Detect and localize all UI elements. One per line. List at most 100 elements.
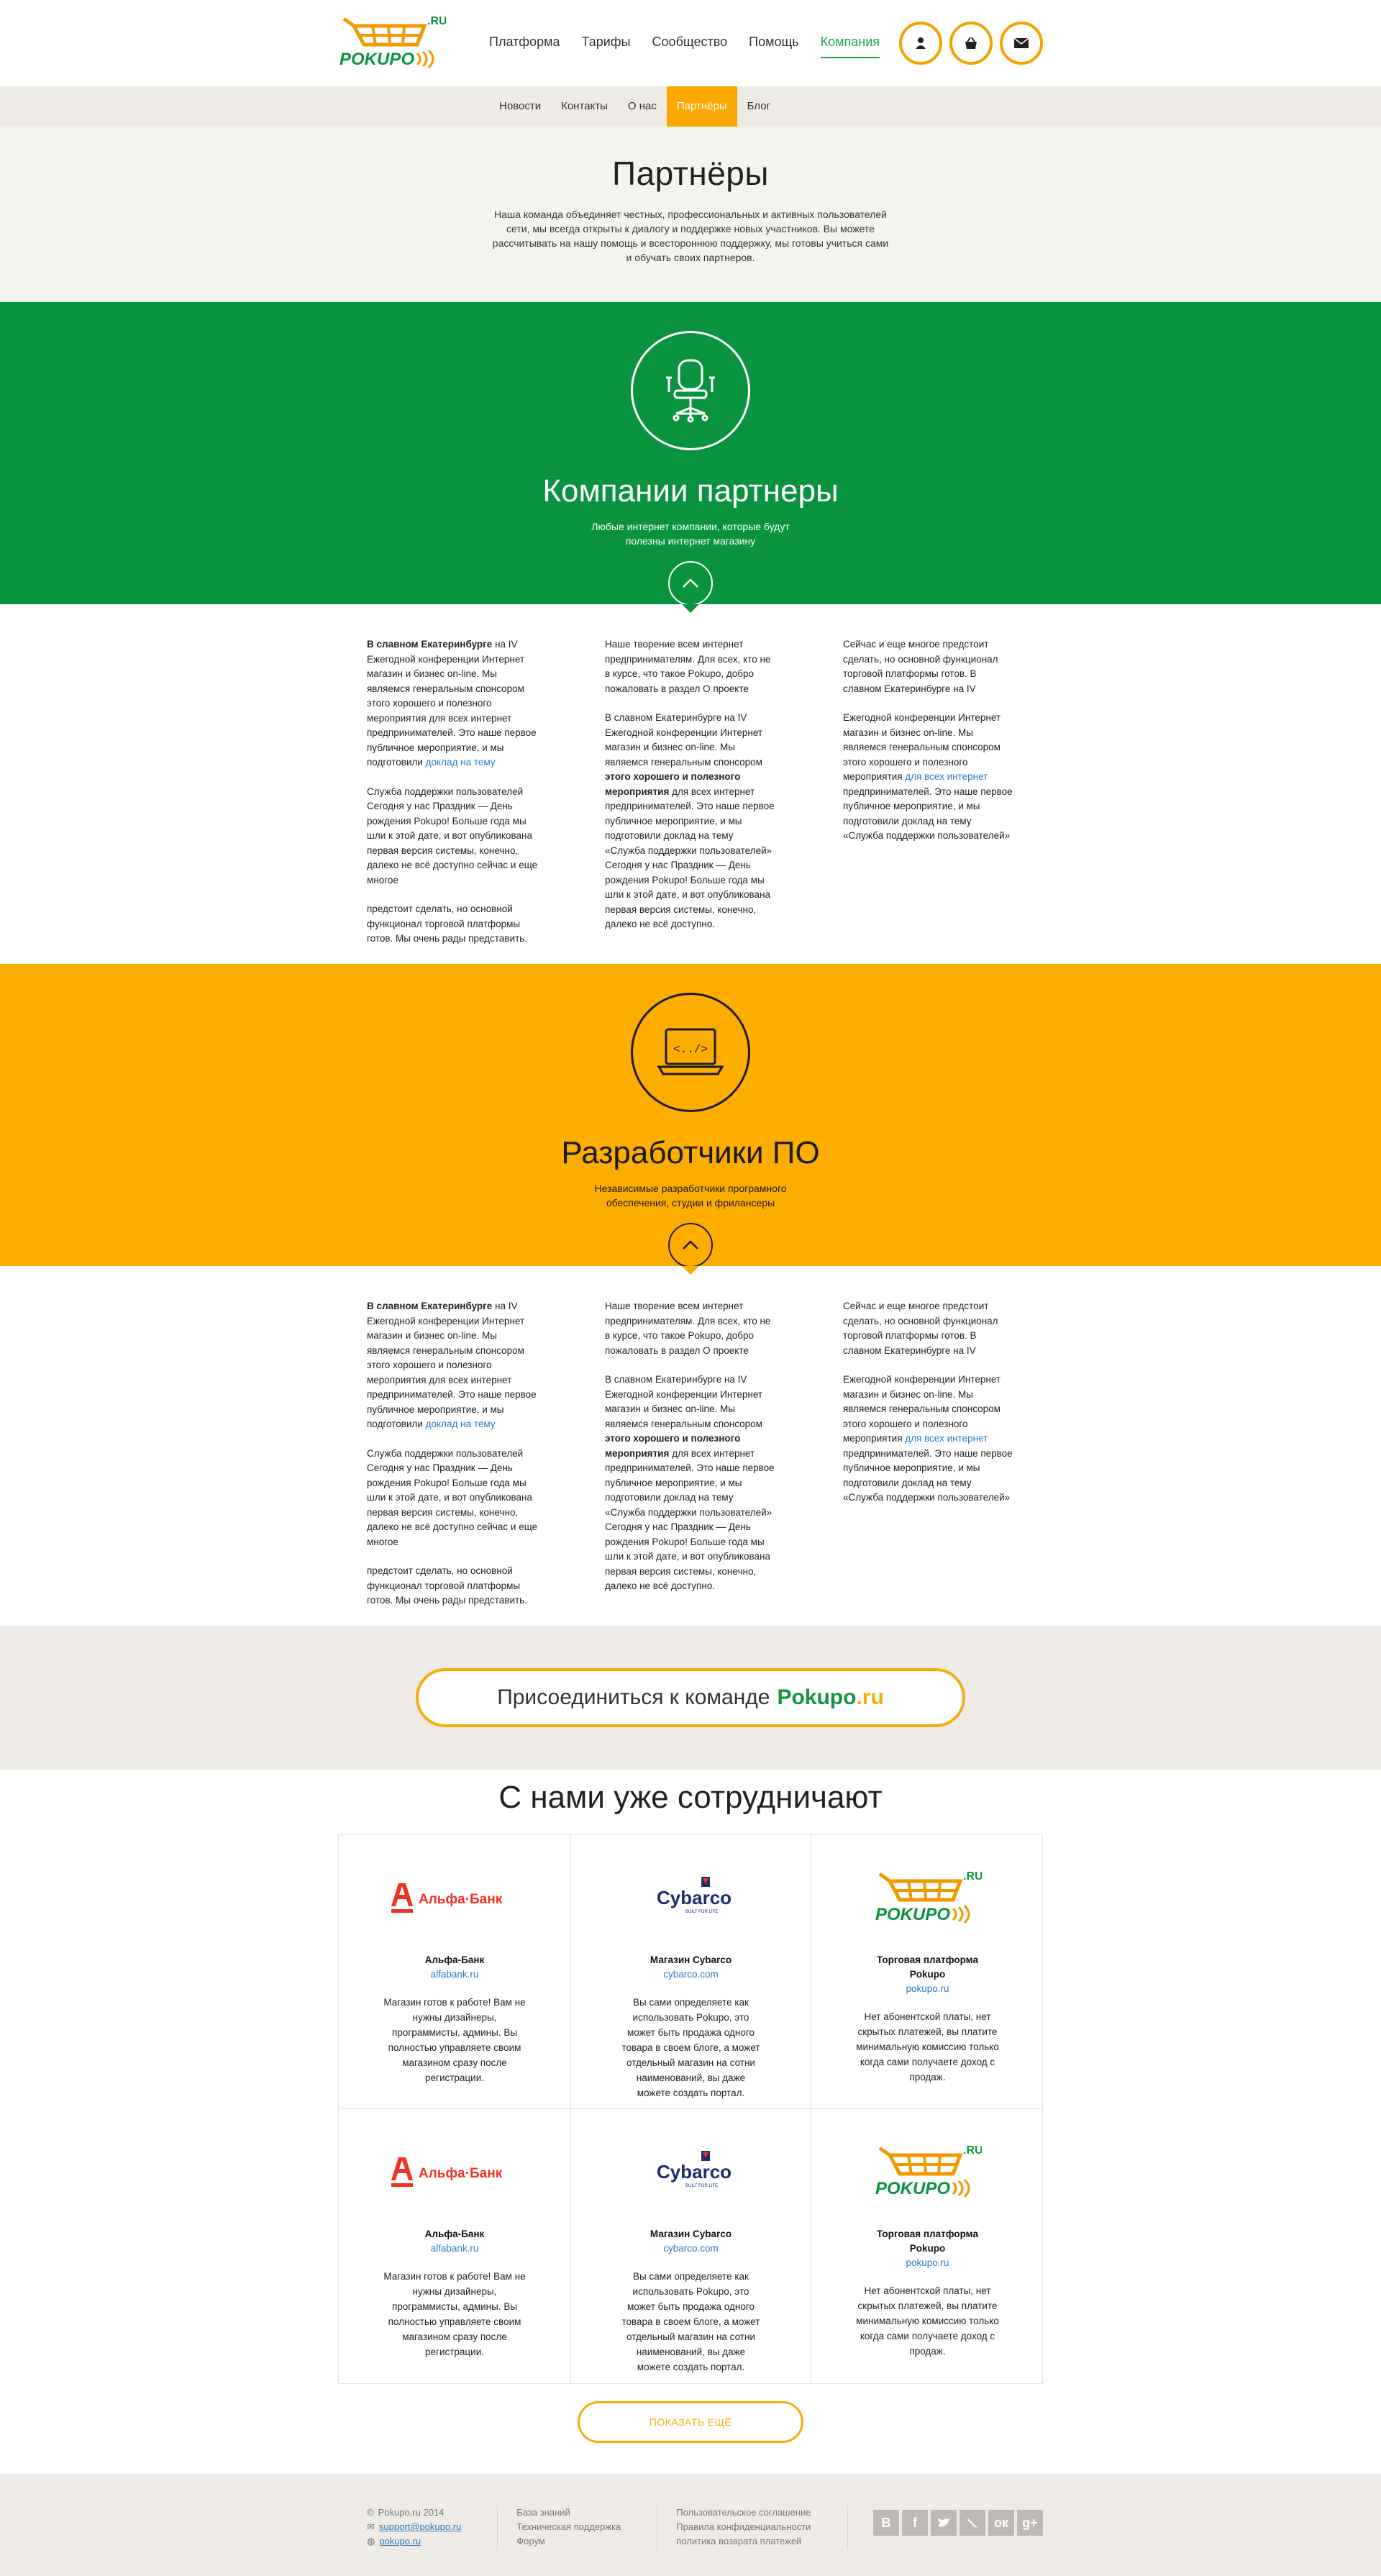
- nav-help[interactable]: Помощь: [749, 35, 799, 50]
- subnav-contacts[interactable]: Контакты: [551, 86, 618, 127]
- footer-link-privacy[interactable]: Правила конфиденциальности: [676, 2520, 811, 2534]
- svg-text:BUILT FOR LIFE: BUILT FOR LIFE: [685, 1910, 718, 1914]
- mail-icon: ✉: [367, 2521, 375, 2532]
- alfabank-logo[interactable]: Альфа·Банк: [339, 1867, 570, 1931]
- svg-text:<../>: <../>: [673, 1043, 708, 1056]
- svg-text:Cybarco: Cybarco: [657, 1887, 731, 1908]
- cybarco-logo[interactable]: Cybarco BUILT FOR LIFE: [571, 2141, 811, 2206]
- internet-link[interactable]: для всех интернет: [905, 771, 988, 782]
- section-title: Разработчики ПО: [561, 1135, 820, 1170]
- intro-section: Партнёры Наша команда объединяет честных…: [0, 127, 1381, 302]
- footer-link-forum[interactable]: Форум: [516, 2534, 621, 2549]
- copyright-icon: ©: [367, 2507, 374, 2518]
- band-notch: [682, 604, 699, 613]
- alfabank-logo[interactable]: Альфа·Банк: [339, 2141, 570, 2206]
- report-link[interactable]: доклад на тему: [426, 1419, 496, 1429]
- globe-icon: ◍: [367, 2536, 375, 2547]
- subnav-news[interactable]: Новости: [489, 86, 551, 127]
- pokupo-logo[interactable]: .RU POKUPO: [811, 2141, 1044, 2206]
- footer-link-agreement[interactable]: Пользовательское соглашение: [676, 2506, 811, 2520]
- cybarco-logo[interactable]: Cybarco BUILT FOR LIFE: [571, 1867, 811, 1931]
- partner-url[interactable]: alfabank.ru: [431, 1969, 479, 1980]
- sub-nav: Новости Контакты О нас Партнёры Блог: [0, 86, 1381, 127]
- office-chair-icon: [631, 331, 750, 450]
- partner-url[interactable]: alfabank.ru: [431, 2243, 479, 2254]
- partner-url[interactable]: cybarco.com: [663, 1969, 719, 1980]
- footer-link-knowledge[interactable]: База знаний: [516, 2506, 621, 2520]
- google-plus-icon[interactable]: g+: [1017, 2510, 1043, 2536]
- social-links: В f ок g+: [873, 2506, 1043, 2550]
- site-footer: © Pokupo.ru 2014 ✉ support@pokupo.ru ◍ poku…: [0, 2474, 1381, 2576]
- partner-card: Cybarco BUILT FOR LIFE Магазин Cybarco cy…: [571, 2109, 811, 2383]
- code-laptop-icon: <../>: [631, 993, 750, 1112]
- footer-link-refund[interactable]: политика возврата платежей: [676, 2534, 811, 2549]
- footer-contacts: © Pokupo.ru 2014 ✉ support@pokupo.ru ◍ poku…: [367, 2506, 498, 2550]
- svg-text:Альфа·Банк: Альфа·Банк: [419, 1892, 503, 1907]
- svg-text:POKUPO: POKUPO: [875, 2179, 950, 2198]
- pokupo-logo[interactable]: .RU POKUPO: [338, 13, 447, 75]
- text-column: Наше творение всем интернет предпринимат…: [605, 639, 775, 929]
- support-email-link[interactable]: support@pokupo.ru: [379, 2520, 461, 2534]
- svg-text:POKUPO: POKUPO: [875, 1905, 950, 1924]
- partners-companies-text: В славном Екатеринбурге на IV Ежегодной …: [0, 604, 1381, 964]
- text-column: Сейчас и еще многое предстоит сделать, н…: [843, 1301, 1013, 1503]
- subnav-blog[interactable]: Блог: [737, 86, 780, 127]
- site-link[interactable]: pokupo.ru: [379, 2534, 421, 2549]
- intro-text: Наша команда объединяет честных, професс…: [492, 209, 889, 263]
- text-column: В славном Екатеринбурге на IV Ежегодной …: [367, 639, 538, 944]
- svg-text:.RU: .RU: [963, 1870, 982, 1883]
- header-icons: [899, 22, 1043, 65]
- pokupo-logo[interactable]: .RU POKUPO: [811, 1867, 1044, 1931]
- svg-text:.RU: .RU: [427, 15, 446, 27]
- software-developers-band: <../> Разработчики ПО Независимые разраб…: [0, 964, 1381, 1275]
- join-team-button[interactable]: Присоединиться к команде Pokupo .ru: [416, 1668, 965, 1727]
- mail-icon[interactable]: [1000, 22, 1043, 65]
- user-icon[interactable]: [899, 22, 942, 65]
- partner-card: Альфа·Банк Альфа-Банк alfabank.ru Магази…: [339, 1835, 571, 2109]
- livejournal-icon[interactable]: [960, 2510, 985, 2536]
- section-subtitle: Независимые разработчики програмного обе…: [594, 1183, 787, 1209]
- twitter-icon[interactable]: [931, 2510, 957, 2536]
- odnoklassniki-icon[interactable]: ок: [988, 2510, 1014, 2536]
- svg-text:Альфа·Банк: Альфа·Банк: [419, 2166, 503, 2181]
- section-subtitle: Любые интернет компании, которые будут п…: [591, 521, 790, 547]
- internet-link[interactable]: для всех интернет: [905, 1433, 988, 1444]
- partner-card: Альфа·Банк Альфа-Банк alfabank.ru Магази…: [339, 2109, 571, 2383]
- nav-platform[interactable]: Платформа: [489, 35, 560, 50]
- partners-companies-band: Компании партнеры Любые интернет компани…: [0, 302, 1381, 613]
- text-column: В славном Екатеринбурге на IV Ежегодной …: [367, 1301, 538, 1606]
- partner-url[interactable]: pokupo.ru: [906, 1983, 949, 1994]
- report-link[interactable]: доклад на тему: [426, 757, 496, 768]
- nav-company[interactable]: Компания: [820, 35, 880, 58]
- join-section: Присоединиться к команде Pokupo .ru: [0, 1626, 1381, 1770]
- nav-tariffs[interactable]: Тарифы: [582, 35, 631, 50]
- basket-icon[interactable]: [949, 22, 993, 65]
- software-developers-text: В славном Екатеринбурге на IV Ежегодной …: [0, 1266, 1381, 1626]
- subnav-partners[interactable]: Партнёры: [666, 86, 737, 127]
- text-column: Сейчас и еще многое предстоит сделать, н…: [843, 639, 1013, 841]
- facebook-icon[interactable]: f: [902, 2510, 928, 2536]
- page-title: Партнёры: [612, 155, 769, 192]
- partner-card: Cybarco BUILT FOR LIFE Магазин Cybarco cy…: [571, 1835, 811, 2109]
- text-column: Наше творение всем интернет предпринимат…: [605, 1301, 775, 1591]
- partner-card: .RU POKUPO Торговая платформа Pokupo poku…: [811, 1835, 1044, 2109]
- partner-url[interactable]: pokupo.ru: [906, 2257, 949, 2268]
- footer-link-support[interactable]: Техническая поддержка: [516, 2520, 621, 2534]
- svg-text:POKUPO: POKUPO: [339, 50, 414, 69]
- partner-url[interactable]: cybarco.com: [663, 2243, 719, 2254]
- show-more-button[interactable]: ПОКАЗАТЬ ЕЩЁ: [578, 2401, 803, 2443]
- partner-card: .RU POKUPO Торговая платформа Pokupo poku…: [811, 2109, 1044, 2383]
- footer-links-help: База знаний Техническая поддержка Форум: [516, 2506, 658, 2550]
- vk-icon[interactable]: В: [873, 2510, 899, 2536]
- svg-text:Cybarco: Cybarco: [657, 2161, 731, 2183]
- partners-title: С нами уже сотрудничают: [498, 1780, 883, 1815]
- collapse-button[interactable]: [668, 561, 713, 606]
- band-notch: [682, 1266, 699, 1275]
- nav-community[interactable]: Сообщество: [652, 35, 728, 50]
- section-title: Компании партнеры: [542, 473, 839, 509]
- subnav-about[interactable]: О нас: [618, 86, 667, 127]
- svg-text:BUILT FOR LIFE: BUILT FOR LIFE: [685, 2184, 718, 2188]
- collapse-button[interactable]: [668, 1223, 713, 1267]
- partners-grid: Альфа·Банк Альфа-Банк alfabank.ru Магази…: [338, 1834, 1044, 2384]
- site-header: .RU POKUPO Платформа Тарифы Сообщество П…: [0, 0, 1381, 86]
